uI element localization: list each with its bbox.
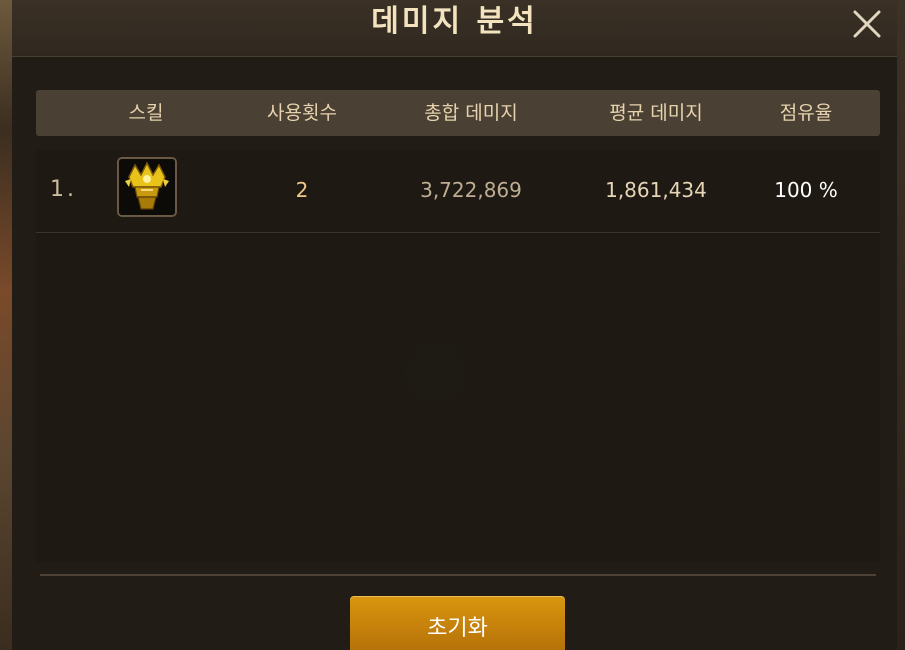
column-header-skill: 스킬 bbox=[128, 102, 164, 124]
table-row: 1. 2 3,722,869 1,861,434 100 % bbox=[36, 150, 880, 233]
background-game-scene bbox=[0, 0, 12, 650]
row-uses: 2 bbox=[295, 178, 309, 202]
row-average-damage: 1,861,434 bbox=[605, 178, 707, 202]
reset-button[interactable]: 초기화 bbox=[350, 596, 565, 650]
column-header-share: 점유율 bbox=[779, 102, 833, 124]
close-button[interactable] bbox=[847, 4, 887, 44]
row-rank: 1. bbox=[50, 177, 77, 202]
game-screen: 데미지 분석 스킬 사용횟수 총합 데미지 평균 데미지 점유율 1. 2 3,… bbox=[0, 0, 905, 650]
close-icon bbox=[853, 10, 881, 38]
row-share: 100 % bbox=[774, 178, 838, 202]
background-edge bbox=[897, 0, 905, 650]
dialog-title-bar: 데미지 분석 bbox=[12, 0, 897, 57]
dialog-title: 데미지 분석 bbox=[371, 4, 538, 39]
damage-analysis-dialog: 데미지 분석 스킬 사용횟수 총합 데미지 평균 데미지 점유율 1. 2 3,… bbox=[12, 0, 897, 650]
column-header-average-damage: 평균 데미지 bbox=[609, 102, 703, 124]
row-total-damage: 3,722,869 bbox=[420, 178, 522, 202]
column-header-total-damage: 총합 데미지 bbox=[424, 102, 518, 124]
footer-divider bbox=[40, 574, 876, 576]
table-header: 스킬 사용횟수 총합 데미지 평균 데미지 점유율 bbox=[36, 90, 880, 136]
table-body: 1. 2 3,722,869 1,861,434 100 % bbox=[36, 150, 880, 562]
column-header-uses: 사용횟수 bbox=[267, 102, 337, 124]
golden-crown-skill-icon[interactable] bbox=[117, 157, 177, 217]
